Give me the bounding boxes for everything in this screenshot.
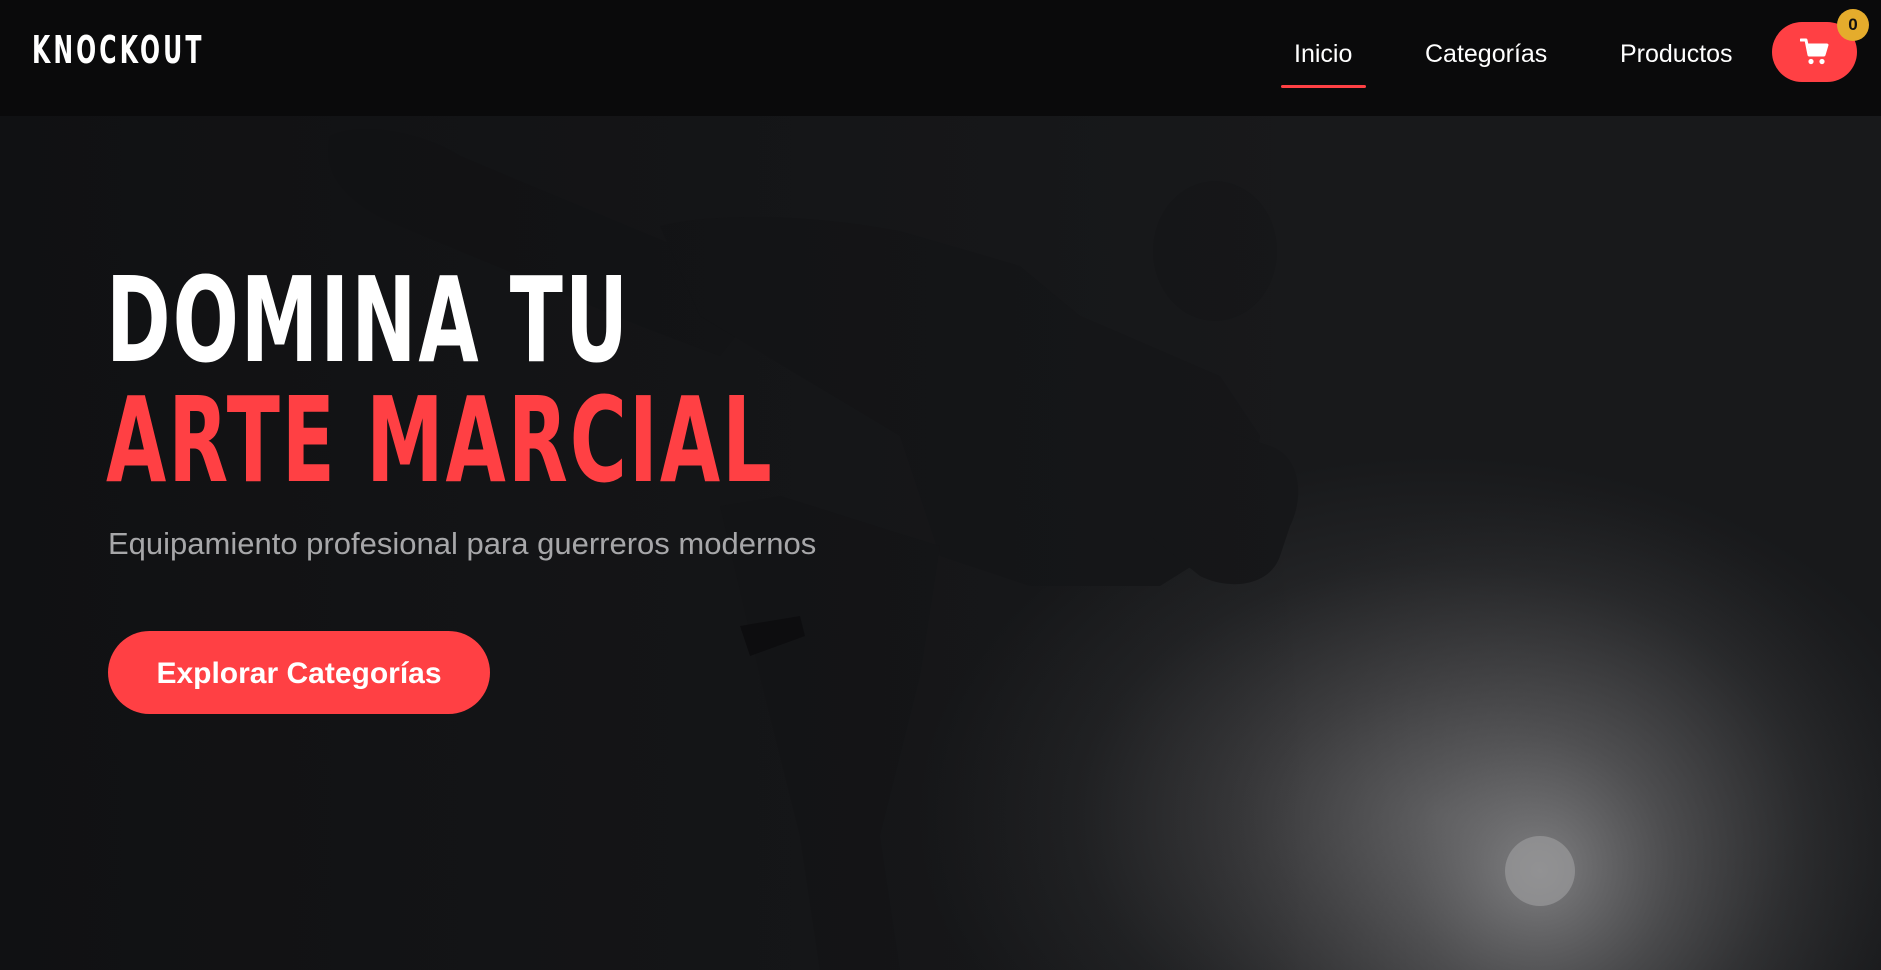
cart-count-badge: 0 (1837, 9, 1869, 41)
page: KNOCKOUT Inicio Categorías Productos 0 D… (0, 0, 1881, 970)
nav-link-inicio[interactable]: Inicio (1294, 34, 1352, 74)
hero-section: DOMINA TU ARTE MARCIAL Equipamiento prof… (0, 116, 1881, 970)
active-nav-indicator (1281, 85, 1366, 88)
hero-title-line2: ARTE MARCIAL (106, 371, 774, 509)
nav-link-productos[interactable]: Productos (1620, 34, 1733, 74)
hero-title-line1: DOMINA TU (106, 251, 631, 389)
nav-link-categorias[interactable]: Categorías (1425, 34, 1547, 74)
brand-logo[interactable]: KNOCKOUT (32, 26, 205, 74)
hero-subtitle: Equipamiento profesional para guerreros … (108, 526, 817, 561)
explore-categories-button[interactable]: Explorar Categorías (108, 631, 490, 714)
navbar: KNOCKOUT Inicio Categorías Productos 0 (0, 0, 1881, 116)
cart-icon (1800, 38, 1829, 65)
